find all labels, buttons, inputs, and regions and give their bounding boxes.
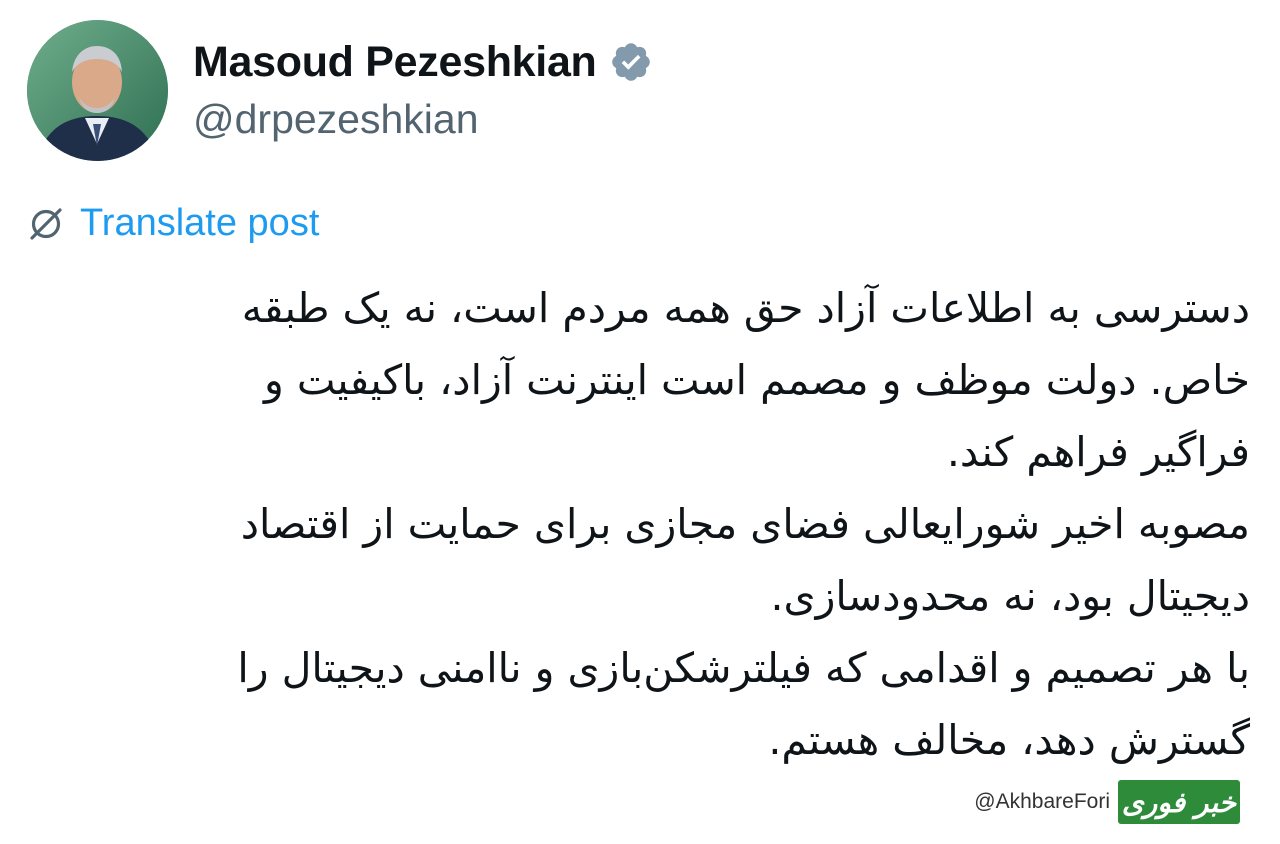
watermark: @AkhbareFori خبر فوری [974, 780, 1240, 824]
author-display-name[interactable]: Masoud Pezeshkian [193, 38, 597, 87]
post-text-line: دسترسی به اطلاعات آزاد حق همه مردم است، … [241, 284, 1250, 332]
post-text-line: فراگیر فراهم کند. [946, 428, 1250, 476]
post-text-line: دیجیتال بود، نه محدودسازی. [770, 572, 1250, 620]
verified-badge-icon [609, 40, 653, 84]
avatar-photo [27, 20, 168, 161]
post-text-line: با هر تصمیم و اقدامی که فیلترشکن‌بازی و … [237, 644, 1250, 692]
post-text-line: خاص. دولت موظف و مصمم است اینترنت آزاد، … [264, 356, 1250, 404]
translate-post-label: Translate post [80, 202, 320, 244]
avatar[interactable] [27, 20, 168, 161]
author-handle[interactable]: @drpezeshkian [193, 96, 479, 143]
post-text-line: گسترش دهد، مخالف هستم. [768, 716, 1250, 764]
translate-globe-icon [26, 204, 66, 244]
watermark-handle: @AkhbareFori [974, 790, 1110, 813]
author-name-row[interactable]: Masoud Pezeshkian [193, 34, 653, 90]
post-text: دسترسی به اطلاعات آزاد حق همه مردم است، … [25, 272, 1250, 776]
post-text-line: مصوبه اخیر شورایعالی فضای مجازی برای حما… [240, 500, 1250, 548]
watermark-logo: خبر فوری [1118, 780, 1240, 824]
translate-post-button[interactable]: Translate post [26, 202, 319, 245]
